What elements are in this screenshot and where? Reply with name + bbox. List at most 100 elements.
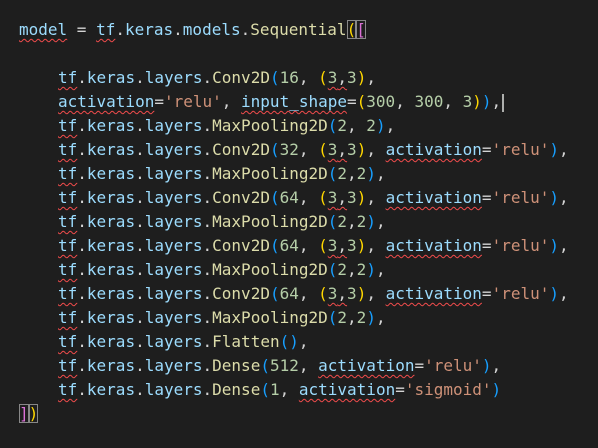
token-dot: . bbox=[240, 20, 251, 39]
bracket: ) bbox=[366, 212, 376, 231]
token-tf: tf bbox=[96, 20, 116, 39]
token-layers: layers bbox=[144, 212, 203, 231]
token-comma: , bbox=[298, 356, 319, 375]
token-string: 'sigmoid' bbox=[404, 380, 492, 399]
token-eq: = bbox=[481, 140, 492, 159]
token-layers: layers bbox=[144, 260, 203, 279]
bracket: ( bbox=[269, 140, 280, 159]
bracket: ) bbox=[549, 140, 559, 159]
token-comma: , bbox=[375, 164, 386, 183]
token-comma: , bbox=[221, 92, 242, 111]
token-comma: , bbox=[559, 236, 569, 255]
code-line-14[interactable]: tf.keras.layers.Flatten(), bbox=[19, 330, 309, 354]
token-maxpool: MaxPooling2D bbox=[212, 260, 328, 279]
token-eq: = bbox=[154, 92, 164, 111]
bracket: ( bbox=[260, 356, 270, 375]
token-comma: , bbox=[347, 260, 357, 279]
code-line-8[interactable]: tf.keras.layers.Conv2D(64, (3,3), activa… bbox=[19, 186, 569, 210]
token-number: 300 bbox=[414, 92, 444, 111]
token-eq: = bbox=[481, 188, 492, 207]
token-comma: , bbox=[337, 236, 348, 255]
code-line-6[interactable]: tf.keras.layers.Conv2D(32, (3,3), activa… bbox=[19, 138, 569, 162]
bracket: ( bbox=[260, 380, 270, 399]
token-comma: , bbox=[366, 68, 376, 87]
token-string: 'relu' bbox=[163, 92, 222, 111]
bracket-close-paren: ) bbox=[28, 404, 39, 423]
token-comma: , bbox=[298, 140, 319, 159]
token-dot: . bbox=[202, 68, 213, 87]
token-keras: keras bbox=[86, 68, 136, 87]
token-tf: tf bbox=[58, 260, 78, 279]
code-line-10[interactable]: tf.keras.layers.Conv2D(64, (3,3), activa… bbox=[19, 234, 569, 258]
token-comma: , bbox=[385, 116, 396, 135]
token-keras: keras bbox=[86, 260, 136, 279]
token-keras: keras bbox=[86, 164, 136, 183]
token-layers: layers bbox=[144, 164, 203, 183]
token-comma: , bbox=[559, 284, 569, 303]
token-dot: . bbox=[135, 332, 145, 351]
code-line-7[interactable]: tf.keras.layers.MaxPooling2D(2,2), bbox=[19, 162, 386, 186]
code-line-15[interactable]: tf.keras.layers.Dense(512, activation='r… bbox=[19, 354, 501, 378]
token-conv2d: Conv2D bbox=[212, 188, 270, 207]
token-comma: , bbox=[347, 308, 357, 327]
token-activation: activation bbox=[58, 92, 155, 111]
token-number: 64 bbox=[279, 284, 299, 303]
token-dot: . bbox=[77, 140, 87, 159]
token-tf: tf bbox=[58, 164, 78, 183]
bracket: ) bbox=[549, 236, 559, 255]
code-line-13[interactable]: tf.keras.layers.MaxPooling2D(2,2), bbox=[19, 306, 386, 330]
token-number: 2 bbox=[356, 212, 367, 231]
token-layers: layers bbox=[144, 68, 203, 87]
token-comma: , bbox=[337, 188, 348, 207]
token-comma: , bbox=[298, 236, 319, 255]
token-comma: , bbox=[347, 116, 367, 135]
token-keras: keras bbox=[86, 332, 136, 351]
code-line-12[interactable]: tf.keras.layers.Conv2D(64, (3,3), activa… bbox=[19, 282, 569, 306]
token-dot: . bbox=[202, 308, 213, 327]
code-line-11[interactable]: tf.keras.layers.MaxPooling2D(2,2), bbox=[19, 258, 386, 282]
bracket: ( bbox=[318, 140, 328, 159]
token-dot: . bbox=[77, 380, 87, 399]
token-tf: tf bbox=[58, 284, 78, 303]
bracket: ) bbox=[356, 188, 367, 207]
bracket: ( bbox=[269, 284, 280, 303]
token-comma: , bbox=[559, 188, 569, 207]
token-tf: tf bbox=[58, 68, 78, 87]
token-keras: keras bbox=[86, 212, 136, 231]
token-number: 2 bbox=[337, 212, 348, 231]
code-line-5[interactable]: tf.keras.layers.MaxPooling2D(2, 2), bbox=[19, 114, 395, 138]
token-number: 32 bbox=[279, 140, 299, 159]
token-number: 3 bbox=[347, 236, 357, 255]
code-line-1[interactable]: model = tf.keras.models.Sequential([ bbox=[19, 18, 366, 42]
token-activation: activation bbox=[385, 284, 482, 303]
code-line-4[interactable]: activation='relu', input_shape=(300, 300… bbox=[19, 90, 505, 114]
token-comma: , bbox=[375, 260, 386, 279]
token-string: 'relu' bbox=[491, 284, 550, 303]
token-eq: = bbox=[481, 236, 492, 255]
token-keras: keras bbox=[86, 188, 136, 207]
code-editor[interactable]: model = tf.keras.models.Sequential([ tf.… bbox=[0, 0, 598, 448]
code-line-9[interactable]: tf.keras.layers.MaxPooling2D(2,2), bbox=[19, 210, 386, 234]
token-layers: layers bbox=[144, 116, 203, 135]
token-dot: . bbox=[202, 356, 213, 375]
code-line-16[interactable]: tf.keras.layers.Dense(1, activation='sig… bbox=[19, 378, 501, 402]
token-maxpool: MaxPooling2D bbox=[212, 164, 328, 183]
token-dot: . bbox=[77, 284, 87, 303]
token-activation: activation bbox=[385, 188, 482, 207]
token-dot: . bbox=[77, 164, 87, 183]
token-dot: . bbox=[135, 212, 145, 231]
token-activation: activation bbox=[385, 140, 482, 159]
code-line-17[interactable]: ]) bbox=[19, 402, 39, 426]
code-line-3[interactable]: tf.keras.layers.Conv2D(16, (3,3), bbox=[19, 66, 376, 90]
token-conv2d: Conv2D bbox=[212, 236, 270, 255]
token-number: 3 bbox=[327, 68, 338, 87]
token-model: model bbox=[19, 20, 68, 39]
token-tf: tf bbox=[58, 116, 78, 135]
token-number: 2 bbox=[356, 260, 367, 279]
token-input-shape: input_shape bbox=[241, 92, 347, 111]
token-comma: , bbox=[559, 140, 569, 159]
token-sequential: Sequential bbox=[250, 20, 347, 39]
token-layers: layers bbox=[144, 380, 203, 399]
token-number: 64 bbox=[279, 188, 299, 207]
bracket: ) bbox=[472, 92, 482, 111]
